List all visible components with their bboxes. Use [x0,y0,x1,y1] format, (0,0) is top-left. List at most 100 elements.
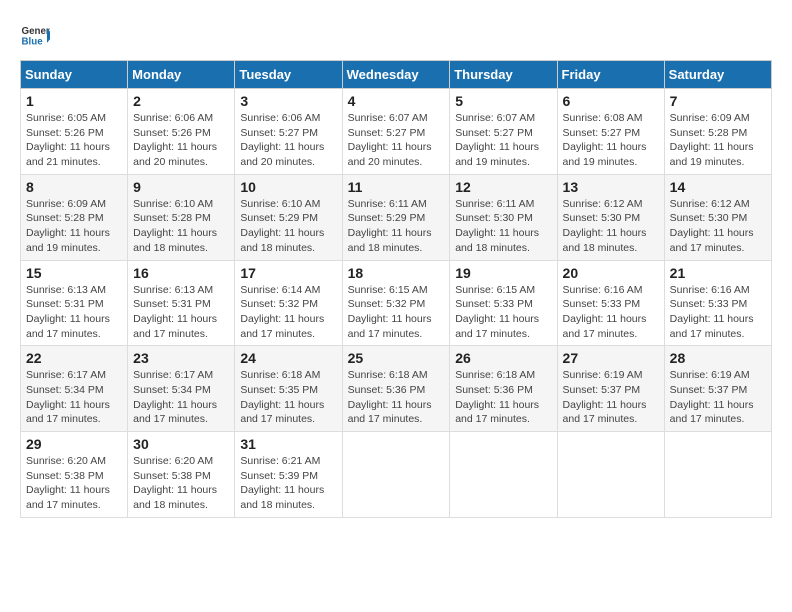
svg-text:General: General [22,26,51,37]
page-header: General Blue [20,20,772,50]
day-detail: Sunrise: 6:10 AMSunset: 5:29 PMDaylight:… [240,197,336,256]
calendar-week-5: 29 Sunrise: 6:20 AMSunset: 5:38 PMDayligh… [21,432,772,518]
day-detail: Sunrise: 6:06 AMSunset: 5:27 PMDaylight:… [240,111,336,170]
day-header-sunday: Sunday [21,61,128,89]
calendar-cell: 28Sunrise: 6:19 AMSunset: 5:37 PMDayligh… [664,346,771,432]
calendar-cell: 13 Sunrise: 6:12 AMSunset: 5:30 PMDayligh… [557,174,664,260]
day-detail: Sunrise: 6:17 AMSunset: 5:34 PMDaylight:… [26,368,122,427]
day-number: 5 [455,93,551,109]
day-number: 9 [133,179,229,195]
calendar-cell: 2 Sunrise: 6:06 AMSunset: 5:26 PMDaylight… [128,89,235,175]
calendar-cell: 29 Sunrise: 6:20 AMSunset: 5:38 PMDayligh… [21,432,128,518]
day-number: 14 [670,179,766,195]
day-number: 22 [26,350,122,366]
calendar-cell: 26 Sunrise: 6:18 AMSunset: 5:36 PMDayligh… [450,346,557,432]
day-detail: Sunrise: 6:18 AMSunset: 5:35 PMDaylight:… [240,368,336,427]
logo: General Blue [20,20,50,50]
day-number: 10 [240,179,336,195]
calendar-cell: 23 Sunrise: 6:17 AMSunset: 5:34 PMDayligh… [128,346,235,432]
day-number: 17 [240,265,336,281]
calendar-cell: 1Sunrise: 6:05 AMSunset: 5:26 PMDaylight… [21,89,128,175]
day-number: 23 [133,350,229,366]
day-detail: Sunrise: 6:14 AMSunset: 5:32 PMDaylight:… [240,283,336,342]
calendar-cell: 20Sunrise: 6:16 AMSunset: 5:33 PMDayligh… [557,260,664,346]
day-number: 26 [455,350,551,366]
calendar-cell: 4 Sunrise: 6:07 AMSunset: 5:27 PMDaylight… [342,89,450,175]
calendar-cell [450,432,557,518]
day-number: 27 [563,350,659,366]
calendar-cell: 21 Sunrise: 6:16 AMSunset: 5:33 PMDayligh… [664,260,771,346]
day-number: 29 [26,436,122,452]
calendar-week-2: 8Sunrise: 6:09 AMSunset: 5:28 PMDaylight… [21,174,772,260]
logo-icon: General Blue [20,20,50,50]
day-number: 12 [455,179,551,195]
calendar-cell: 17 Sunrise: 6:14 AMSunset: 5:32 PMDayligh… [235,260,342,346]
day-detail: Sunrise: 6:12 AMSunset: 5:30 PMDaylight:… [563,197,659,256]
calendar-cell: 5 Sunrise: 6:07 AMSunset: 5:27 PMDaylight… [450,89,557,175]
day-detail: Sunrise: 6:08 AMSunset: 5:27 PMDaylight:… [563,111,659,170]
svg-text:Blue: Blue [22,36,44,47]
calendar-cell: 11 Sunrise: 6:11 AMSunset: 5:29 PMDayligh… [342,174,450,260]
calendar-cell: 15 Sunrise: 6:13 AMSunset: 5:31 PMDayligh… [21,260,128,346]
day-number: 11 [348,179,445,195]
day-detail: Sunrise: 6:11 AMSunset: 5:29 PMDaylight:… [348,197,445,256]
day-detail: Sunrise: 6:13 AMSunset: 5:31 PMDaylight:… [26,283,122,342]
day-detail: Sunrise: 6:15 AMSunset: 5:32 PMDaylight:… [348,283,445,342]
calendar-cell: 24 Sunrise: 6:18 AMSunset: 5:35 PMDayligh… [235,346,342,432]
calendar-cell: 14 Sunrise: 6:12 AMSunset: 5:30 PMDayligh… [664,174,771,260]
day-detail: Sunrise: 6:20 AMSunset: 5:38 PMDaylight:… [26,454,122,513]
day-number: 31 [240,436,336,452]
day-number: 2 [133,93,229,109]
calendar-cell: 25 Sunrise: 6:18 AMSunset: 5:36 PMDayligh… [342,346,450,432]
day-number: 15 [26,265,122,281]
calendar-week-4: 22 Sunrise: 6:17 AMSunset: 5:34 PMDayligh… [21,346,772,432]
day-header-friday: Friday [557,61,664,89]
day-number: 25 [348,350,445,366]
day-number: 7 [670,93,766,109]
calendar-cell [342,432,450,518]
day-detail: Sunrise: 6:18 AMSunset: 5:36 PMDaylight:… [455,368,551,427]
day-header-thursday: Thursday [450,61,557,89]
day-number: 18 [348,265,445,281]
calendar-week-1: 1Sunrise: 6:05 AMSunset: 5:26 PMDaylight… [21,89,772,175]
calendar-cell: 22 Sunrise: 6:17 AMSunset: 5:34 PMDayligh… [21,346,128,432]
day-number: 21 [670,265,766,281]
day-detail: Sunrise: 6:09 AMSunset: 5:28 PMDaylight:… [26,197,122,256]
calendar-cell: 6 Sunrise: 6:08 AMSunset: 5:27 PMDaylight… [557,89,664,175]
day-detail: Sunrise: 6:19 AMSunset: 5:37 PMDaylight:… [670,368,766,427]
calendar-cell: 18 Sunrise: 6:15 AMSunset: 5:32 PMDayligh… [342,260,450,346]
calendar-week-3: 15 Sunrise: 6:13 AMSunset: 5:31 PMDayligh… [21,260,772,346]
day-number: 16 [133,265,229,281]
day-number: 30 [133,436,229,452]
day-detail: Sunrise: 6:06 AMSunset: 5:26 PMDaylight:… [133,111,229,170]
day-number: 3 [240,93,336,109]
day-detail: Sunrise: 6:07 AMSunset: 5:27 PMDaylight:… [455,111,551,170]
day-detail: Sunrise: 6:10 AMSunset: 5:28 PMDaylight:… [133,197,229,256]
day-detail: Sunrise: 6:17 AMSunset: 5:34 PMDaylight:… [133,368,229,427]
day-detail: Sunrise: 6:18 AMSunset: 5:36 PMDaylight:… [348,368,445,427]
day-detail: Sunrise: 6:07 AMSunset: 5:27 PMDaylight:… [348,111,445,170]
day-detail: Sunrise: 6:15 AMSunset: 5:33 PMDaylight:… [455,283,551,342]
calendar-table: SundayMondayTuesdayWednesdayThursdayFrid… [20,60,772,518]
day-number: 13 [563,179,659,195]
day-header-saturday: Saturday [664,61,771,89]
calendar-cell: 27 Sunrise: 6:19 AMSunset: 5:37 PMDayligh… [557,346,664,432]
day-number: 20 [563,265,659,281]
calendar-cell: 19Sunrise: 6:15 AMSunset: 5:33 PMDayligh… [450,260,557,346]
day-detail: Sunrise: 6:19 AMSunset: 5:37 PMDaylight:… [563,368,659,427]
day-header-monday: Monday [128,61,235,89]
day-number: 6 [563,93,659,109]
day-number: 24 [240,350,336,366]
calendar-cell: 30 Sunrise: 6:20 AMSunset: 5:38 PMDayligh… [128,432,235,518]
day-detail: Sunrise: 6:12 AMSunset: 5:30 PMDaylight:… [670,197,766,256]
day-detail: Sunrise: 6:16 AMSunset: 5:33 PMDaylight:… [670,283,766,342]
day-header-wednesday: Wednesday [342,61,450,89]
calendar-header-row: SundayMondayTuesdayWednesdayThursdayFrid… [21,61,772,89]
day-detail: Sunrise: 6:20 AMSunset: 5:38 PMDaylight:… [133,454,229,513]
calendar-cell [664,432,771,518]
calendar-cell: 10 Sunrise: 6:10 AMSunset: 5:29 PMDayligh… [235,174,342,260]
day-detail: Sunrise: 6:05 AMSunset: 5:26 PMDaylight:… [26,111,122,170]
day-number: 4 [348,93,445,109]
calendar-cell: 7Sunrise: 6:09 AMSunset: 5:28 PMDaylight… [664,89,771,175]
day-detail: Sunrise: 6:11 AMSunset: 5:30 PMDaylight:… [455,197,551,256]
